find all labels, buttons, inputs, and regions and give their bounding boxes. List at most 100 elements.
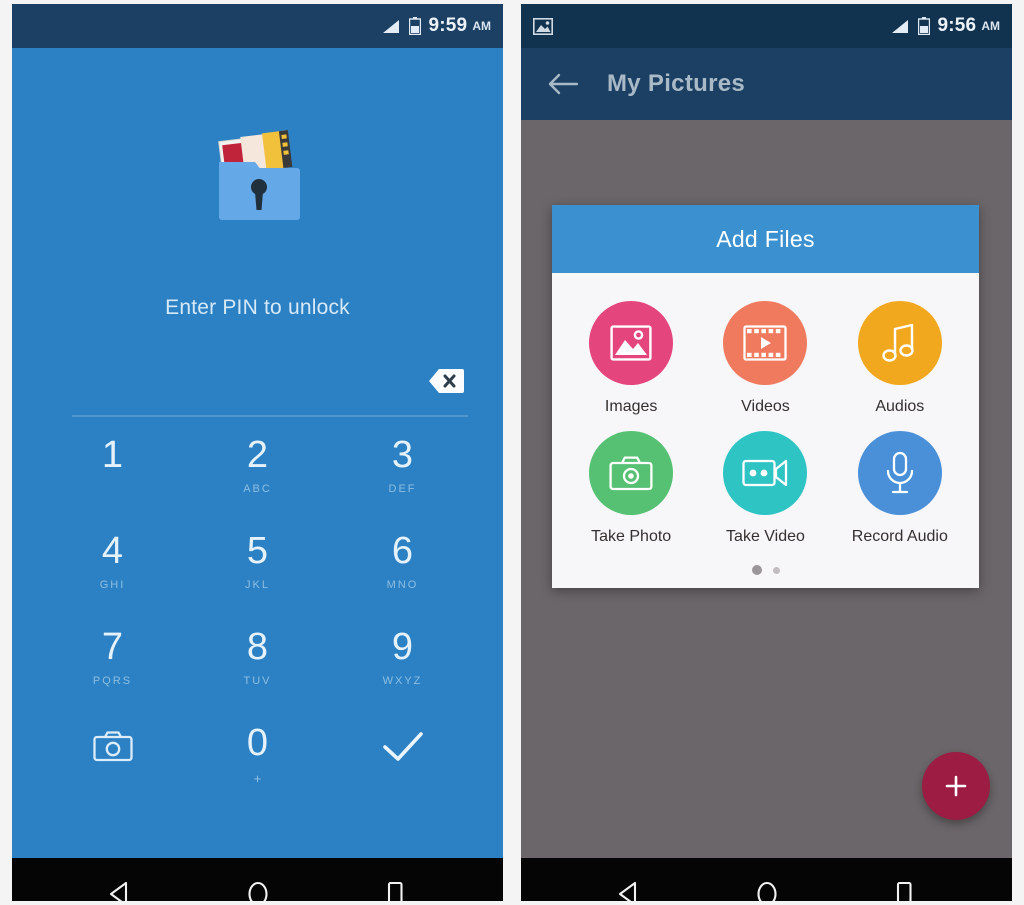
recents-square-icon [896,881,912,901]
app-bar-back-button[interactable] [547,72,579,96]
keypad-key-4[interactable]: 4 GHI [40,526,185,622]
pictures-screen: 9:56 AM My Pictures Add Files Images Vid… [521,4,1012,901]
keypad-key-7-letters: PQRS [92,675,133,687]
keypad-key-2-letters: ABC [243,483,272,495]
film-strip-play-icon [743,325,788,361]
right-nav-bar [521,858,1012,901]
keypad-key-4-letters: GHI [99,579,126,591]
keypad-camera-button[interactable] [40,718,185,814]
keypad-key-5-digit: 5 [246,530,269,572]
battery-icon [408,17,421,35]
app-bar-title: My Pictures [607,70,746,97]
plus-icon [945,775,967,797]
image-picture-icon [610,325,652,361]
take-video-circle [723,430,808,515]
keypad-key-2-digit: 2 [246,434,269,476]
keypad-key-8[interactable]: 8 TUV [185,622,330,718]
right-status-time: 9:56 [937,15,977,36]
left-status-bar-indicators: 9:59 AM [382,15,491,37]
take-photo-circle [589,430,674,515]
add-files-tile-record-audio-label: Record Audio [851,527,948,545]
keypad-key-0-digit: 0 [246,722,269,764]
keypad-key-4-digit: 4 [101,530,124,572]
keypad-key-3-letters: DEF [388,483,417,495]
left-status-bar: 9:59 AM [12,4,503,48]
camera-icon [609,455,653,490]
pin-input-divider [72,415,468,417]
keypad-key-7[interactable]: 7 PQRS [40,622,185,718]
keypad-key-6[interactable]: 6 MNO [330,526,475,622]
add-files-tile-audios-label: Audios [875,398,925,415]
battery-icon [917,17,930,35]
left-status-time: 9:59 [428,15,468,36]
videos-circle [723,301,808,385]
keypad-key-9-letters: WXYZ [382,675,423,687]
keypad-key-1[interactable]: 1 [40,430,185,526]
right-status-bar-indicators: 9:56 AM [891,15,1000,37]
keypad-key-5-letters: JKL [245,579,270,591]
keypad-key-5[interactable]: 5 JKL [185,526,330,622]
pin-keypad: 1 2 ABC 3 DEF 4 GHI 5 JKL 6 MNO 7 PQRS 8… [12,430,503,814]
keypad-key-8-letters: TUV [243,675,272,687]
add-files-tile-record-audio[interactable]: Record Audio [833,430,967,553]
keypad-key-6-letters: MNO [386,579,419,591]
images-circle [589,301,674,385]
page-dot-active[interactable] [751,565,762,576]
photo-notification-icon [533,17,553,35]
left-nav-bar [12,858,503,901]
add-files-dialog-header: Add Files [552,205,979,273]
keypad-key-6-digit: 6 [391,530,414,572]
add-files-dialog-title: Add Files [716,225,815,252]
keypad-key-3[interactable]: 3 DEF [330,430,475,526]
right-phone-panel: 9:56 AM My Pictures Add Files Images Vid… [512,0,1024,905]
add-files-tile-take-video-label: Take Video [726,527,805,545]
add-files-tile-audios[interactable]: Audios [833,301,967,423]
nav-back-button[interactable] [90,868,152,901]
home-circle-icon [247,881,268,901]
locked-folder-icon [217,130,300,220]
add-files-tile-take-video[interactable]: Take Video [698,430,832,553]
keypad-confirm-button[interactable] [330,718,475,814]
keypad-key-7-digit: 7 [101,626,124,668]
keypad-key-2[interactable]: 2 ABC [185,430,330,526]
signal-bars-icon [891,19,908,33]
add-files-dialog: Add Files Images Videos Audios Take Phot… [552,205,979,589]
page-dot-inactive[interactable] [772,566,780,574]
add-files-tile-images[interactable]: Images [564,301,698,423]
left-phone-panel: 9:59 AM Enter PIN to unlock 1 2 ABC 3 DE… [0,0,512,905]
signal-bars-icon [382,19,399,33]
audios-circle [857,301,942,385]
add-fab-button[interactable] [922,752,990,820]
right-status-bar: 9:56 AM [521,4,1012,48]
lock-prompt-text: Enter PIN to unlock [165,296,350,319]
locked-folder-wrap [12,128,503,228]
keypad-key-0[interactable]: 0 + [185,718,330,814]
add-files-tile-videos-label: Videos [741,398,790,415]
camera-icon [92,730,133,767]
nav-recents-button[interactable] [873,868,935,901]
right-status-ampm: AM [981,19,1000,33]
pictures-content-scrim: Add Files Images Videos Audios Take Phot… [521,120,1012,858]
keypad-key-9-digit: 9 [391,626,414,668]
lock-screen-body: Enter PIN to unlock 1 2 ABC 3 DEF 4 GHI … [12,48,503,858]
add-files-tile-videos[interactable]: Videos [698,301,832,423]
keypad-key-1-digit: 1 [101,434,124,476]
back-triangle-icon [109,881,127,901]
add-files-tile-take-photo[interactable]: Take Photo [564,430,698,553]
microphone-icon [886,451,913,493]
nav-recents-button[interactable] [364,868,426,901]
keypad-key-9[interactable]: 9 WXYZ [330,622,475,718]
checkmark-icon [381,730,425,769]
home-circle-icon [756,881,777,901]
nav-home-button[interactable] [736,868,798,901]
nav-back-button[interactable] [599,868,661,901]
add-files-tile-images-label: Images [604,398,658,415]
backspace-delete-icon[interactable] [428,368,464,394]
music-note-icon [882,323,914,362]
app-bar: My Pictures [521,48,1012,120]
keypad-key-3-digit: 3 [391,434,414,476]
backspace-delete-glyph [429,369,464,393]
nav-home-button[interactable] [227,868,289,901]
right-status-bar-notifications [533,17,891,35]
video-camera-icon [742,459,788,486]
